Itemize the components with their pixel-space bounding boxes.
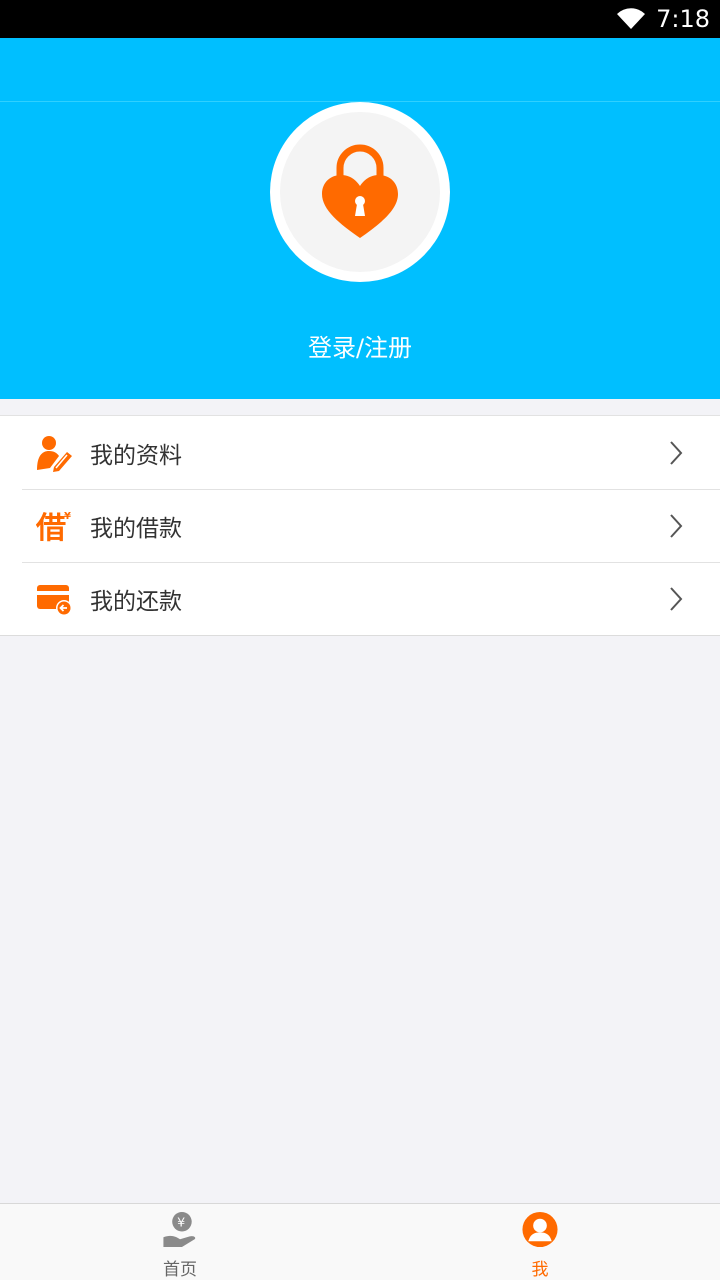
svg-text:借: 借 — [36, 511, 66, 545]
menu-item-label: 我的还款 — [90, 588, 182, 615]
menu-item-my-loans[interactable]: 借 ¥ 我的借款 — [0, 489, 720, 562]
chevron-right-icon — [670, 586, 683, 611]
status-bar: 7:18 — [0, 0, 720, 38]
tab-label: 我 — [531, 1260, 549, 1280]
avatar-inner — [280, 112, 440, 272]
repay-card-icon — [36, 580, 74, 618]
login-register-link[interactable]: 登录/注册 — [0, 328, 720, 363]
tab-label: 首页 — [163, 1260, 197, 1280]
bottom-tab-bar: ¥ 首页 我 — [0, 1203, 720, 1280]
heart-lock-icon — [322, 144, 398, 238]
menu-list: 我的资料 借 ¥ 我的借款 我的还款 — [0, 415, 720, 636]
status-time: 7:18 — [656, 5, 710, 33]
wifi-icon — [617, 8, 646, 30]
avatar[interactable] — [270, 102, 450, 282]
menu-item-my-profile[interactable]: 我的资料 — [0, 416, 720, 489]
menu-item-my-repayments[interactable]: 我的还款 — [0, 562, 720, 635]
chevron-right-icon — [670, 440, 683, 465]
borrow-icon: 借 ¥ — [36, 507, 74, 545]
svg-text:¥: ¥ — [64, 511, 71, 522]
chevron-right-icon — [670, 513, 683, 538]
svg-text:¥: ¥ — [177, 1215, 185, 1230]
user-circle-icon — [522, 1211, 558, 1248]
profile-header: 登录/注册 — [0, 102, 720, 399]
menu-item-label: 我的借款 — [90, 515, 182, 542]
yen-hand-icon: ¥ — [163, 1211, 196, 1248]
tab-me[interactable]: 我 — [360, 1204, 720, 1280]
title-bar — [0, 38, 720, 102]
profile-edit-icon — [36, 434, 74, 472]
menu-item-label: 我的资料 — [90, 442, 182, 469]
tab-home[interactable]: ¥ 首页 — [0, 1204, 360, 1280]
